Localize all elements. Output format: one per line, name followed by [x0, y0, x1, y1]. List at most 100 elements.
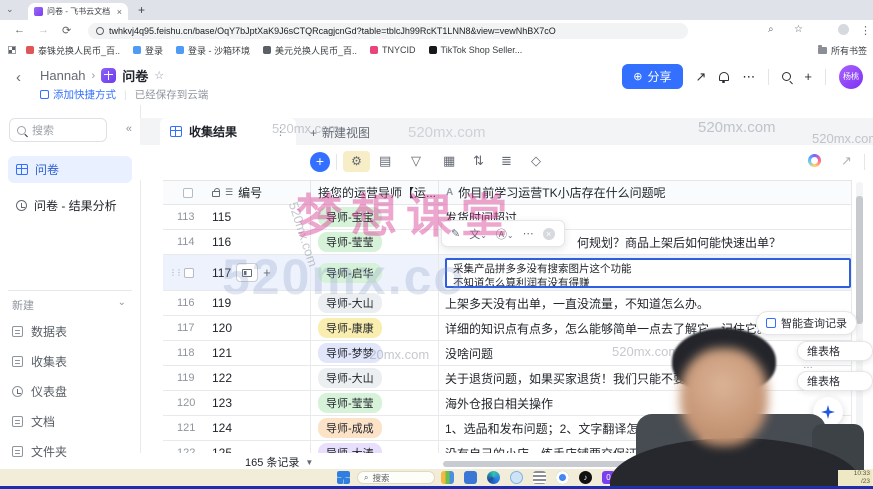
new-item-datatable[interactable]: 数据表 [12, 323, 67, 340]
add-record-button[interactable]: + [310, 152, 330, 172]
field-config-gear-icon[interactable]: ⚙ [343, 151, 370, 172]
chevron-down-icon[interactable]: ⌄ [118, 297, 126, 308]
insert-record-button[interactable]: + [263, 265, 271, 280]
new-item-folder[interactable]: 文件夹 [12, 443, 67, 460]
mentor-tag[interactable]: 导师-启华 [318, 262, 382, 283]
bookmark-item[interactable]: TNYCID [370, 45, 416, 55]
breadcrumb-parent[interactable]: Hannah [40, 68, 86, 83]
translate-icon[interactable]: 文⌄ [469, 226, 487, 242]
bookmark-item[interactable]: 美元兑换人民币_百.. [263, 44, 357, 57]
answer-cell[interactable]: 没啥问题 [445, 345, 851, 362]
table-row[interactable]: ⋮⋮ 117 + 导师-启华 采集产品拼多多没有搜索图片这个功能 不知道怎么算利润… [163, 255, 852, 291]
smart-query-pill[interactable]: 智能查询记录 [756, 311, 857, 335]
column-header-question[interactable]: A 你目前学习运营TK小店存在什么问题呢 [438, 181, 852, 204]
calculator-icon[interactable] [464, 471, 477, 484]
refresh-icon[interactable]: ⟳ [62, 24, 71, 37]
answer-cell[interactable]: 海外仓报白相关操作 [445, 395, 851, 412]
back-chevron-icon[interactable]: ‹ [16, 69, 21, 86]
new-item-form[interactable]: 收集表 [12, 353, 67, 370]
forward-icon[interactable]: → [38, 24, 49, 36]
base-template-pill-bottom[interactable]: 维表格 [797, 371, 873, 391]
view-tab-active[interactable]: 收集结果 ⋮ [160, 118, 296, 145]
mentor-tag[interactable]: 导师-大涛 [318, 443, 382, 453]
select-all-checkbox[interactable] [183, 187, 193, 198]
group-icon[interactable]: ▦ [443, 153, 455, 169]
lens-icon[interactable]: ⌕ [768, 24, 774, 35]
sidebar-item-questionnaire[interactable]: 问卷 [8, 156, 132, 183]
all-bookmarks-button[interactable]: 所有书签 [817, 42, 867, 58]
close-icon[interactable]: × [542, 227, 555, 240]
new-item-document[interactable]: 文档 [12, 413, 55, 430]
browser-menu-icon[interactable]: ⋮ [860, 24, 871, 37]
globe-icon: ⊕ [633, 71, 643, 83]
site-info-icon[interactable] [96, 27, 104, 35]
new-view-button[interactable]: + 新建视图 [310, 124, 370, 141]
tab-close-icon[interactable]: × [117, 7, 122, 17]
paint-format-icon[interactable]: ◇ [531, 153, 541, 169]
notes-icon[interactable] [533, 471, 546, 484]
share-button[interactable]: ⊕ 分享 [622, 64, 683, 89]
auto-format-icon[interactable]: Ⓐ⌄ [496, 226, 514, 242]
tab-search-caret-icon[interactable]: ⌄ [6, 4, 14, 15]
favorite-star-icon[interactable]: ☆ [154, 69, 164, 82]
back-icon[interactable]: ← [14, 24, 25, 36]
vertical-scrollbar-thumb[interactable] [856, 196, 863, 324]
export-icon[interactable]: ↗ [841, 153, 852, 169]
sidebar-item-result-analysis[interactable]: 问卷 - 结果分析 [8, 192, 132, 219]
mentor-tag[interactable]: 导师-宝宝 [318, 207, 382, 227]
form-view-icon[interactable]: ▤ [379, 153, 391, 169]
bookmark-item[interactable]: 泰铢兑换人民币_百.. [26, 44, 120, 57]
table-row[interactable]: ⋮⋮ 116 119 + 导师-大山 上架多天没有出单，一直没流量，不知道怎么办… [163, 291, 852, 316]
new-item-dashboard[interactable]: 仪表盘 [12, 383, 67, 400]
address-bar[interactable]: twhkvj4q95.feishu.cn/base/OqY7bJptXaK9J6… [88, 23, 688, 39]
apps-grid-icon[interactable] [8, 46, 16, 54]
bookmark-item[interactable]: TikTok Shop Seller... [428, 45, 522, 55]
row-height-icon[interactable]: ≣ [501, 153, 512, 169]
row-checkbox[interactable] [184, 267, 194, 278]
start-button-icon[interactable] [337, 471, 350, 484]
column-header-number[interactable]: ☰ 编号 [205, 181, 310, 204]
qq-icon[interactable] [510, 471, 523, 484]
answer-cell[interactable]: 关于退货问题，如果买家退货！我们只能不要货仅退款 [445, 370, 851, 387]
answer-cell[interactable]: 上架多天没有出单，一直没流量，不知道怎么办。 [445, 295, 851, 312]
add-shortcut-button[interactable]: 添加快捷方式 [40, 87, 116, 102]
mentor-tag[interactable]: 导师-大山 [318, 368, 382, 388]
user-avatar[interactable]: 杨桃 [839, 64, 863, 89]
ai-assistant-icon[interactable] [808, 154, 821, 167]
widgets-icon[interactable] [441, 471, 454, 484]
edit-pencil-icon[interactable]: ✎ [451, 227, 460, 240]
taskbar-search[interactable]: ⌕ 搜索 [357, 471, 435, 484]
mentor-tag[interactable]: 导师-梦梦 [318, 343, 382, 363]
expand-record-button[interactable] [236, 263, 259, 282]
mentor-tag[interactable]: 导师-成成 [318, 418, 382, 438]
profile-avatar-icon[interactable] [838, 24, 849, 35]
create-plus-icon[interactable]: + [804, 69, 812, 84]
chrome-icon[interactable] [556, 471, 569, 484]
new-tab-button[interactable]: + [138, 3, 145, 17]
search-icon[interactable] [782, 72, 792, 81]
bookmark-star-icon[interactable]: ☆ [794, 24, 803, 35]
view-menu-icon[interactable]: ⋮ [275, 125, 286, 138]
sort-icon[interactable]: ⇅ [473, 153, 484, 169]
mentor-tag[interactable]: 导师-大山 [318, 293, 382, 313]
forward-share-icon[interactable]: ↗ [696, 69, 707, 85]
base-template-pill-top[interactable]: 维表格 [797, 341, 873, 361]
answer-cell[interactable]: 采集产品拼多多没有搜索图片这个功能 不知道怎么算利润有没有得赚 [445, 257, 851, 288]
mentor-tag[interactable]: 导师-莹莹 [318, 393, 382, 413]
filter-icon[interactable]: ▽ [411, 153, 421, 169]
notifications-bell-icon[interactable] [719, 72, 730, 83]
sidebar-search-input[interactable]: 搜索 [9, 118, 107, 142]
bookmark-item[interactable]: 登录 [133, 44, 163, 57]
caret-down-icon[interactable]: ▼ [305, 458, 313, 467]
more-options-icon[interactable]: ⋯ [523, 227, 534, 240]
browser-tab[interactable]: 问卷 - 飞书云文档 × [28, 3, 128, 20]
drag-handle-icon[interactable]: ⋮⋮ [169, 268, 183, 277]
mentor-tag[interactable]: 导师-莹莹 [318, 232, 382, 252]
bookmark-item[interactable]: 登录 - 沙箱环境 [176, 44, 250, 57]
mentor-tag[interactable]: 导师-康康 [318, 318, 382, 338]
more-menu-icon[interactable]: ⋯ [742, 69, 755, 85]
edge-icon[interactable] [487, 471, 500, 484]
column-header-mentor[interactable]: 接您的运营导师【运... [310, 181, 438, 204]
collapse-sidebar-icon[interactable]: « [126, 123, 132, 135]
tiktok-icon[interactable]: ♪ [579, 471, 592, 484]
